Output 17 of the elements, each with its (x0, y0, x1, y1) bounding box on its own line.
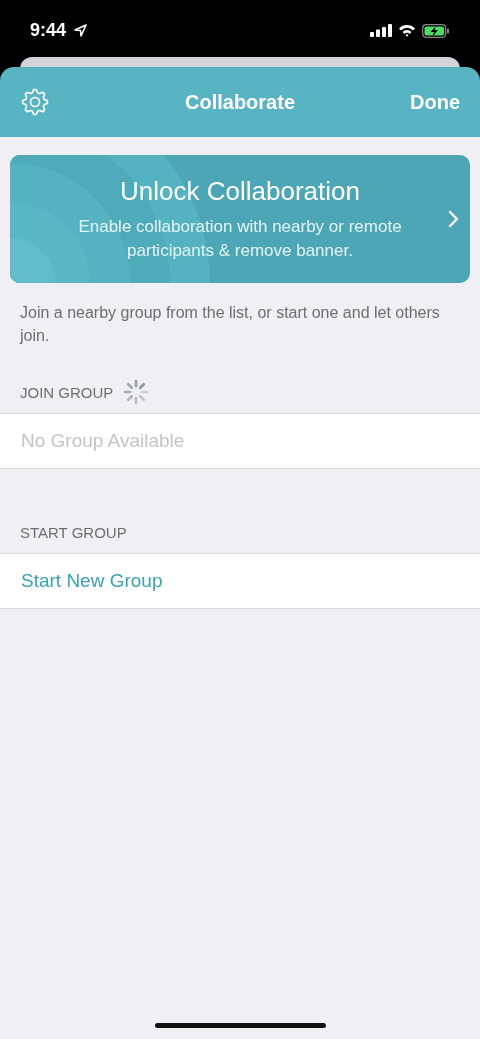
chevron-right-icon (448, 210, 460, 228)
location-arrow-icon (74, 24, 88, 37)
unlock-banner[interactable]: Unlock Collaboration Enable collaboration with nearby or remote participants & remove banner. (10, 155, 470, 283)
banner-description: Enable collaboration with nearby or remote participants & remove banner. (77, 215, 403, 262)
list-row-text: No Group Available (20, 429, 186, 453)
battery-charging-icon (422, 23, 450, 38)
section-header: JOIN GROUP (20, 383, 114, 401)
done-button[interactable]: Done (410, 90, 460, 114)
description-text: Join a nearby group from the list, or start one and let others join. (20, 303, 441, 346)
section-header: START GROUP (20, 523, 127, 541)
banner-title: Unlock Collaboration (120, 175, 360, 207)
settings-icon[interactable] (20, 87, 50, 117)
wifi-icon (398, 24, 416, 37)
nav-title: Collaborate (185, 90, 295, 114)
status-time: 9:44 (30, 20, 67, 41)
signal-icon (370, 24, 392, 37)
list-row-button[interactable]: Start New Group (0, 554, 480, 608)
